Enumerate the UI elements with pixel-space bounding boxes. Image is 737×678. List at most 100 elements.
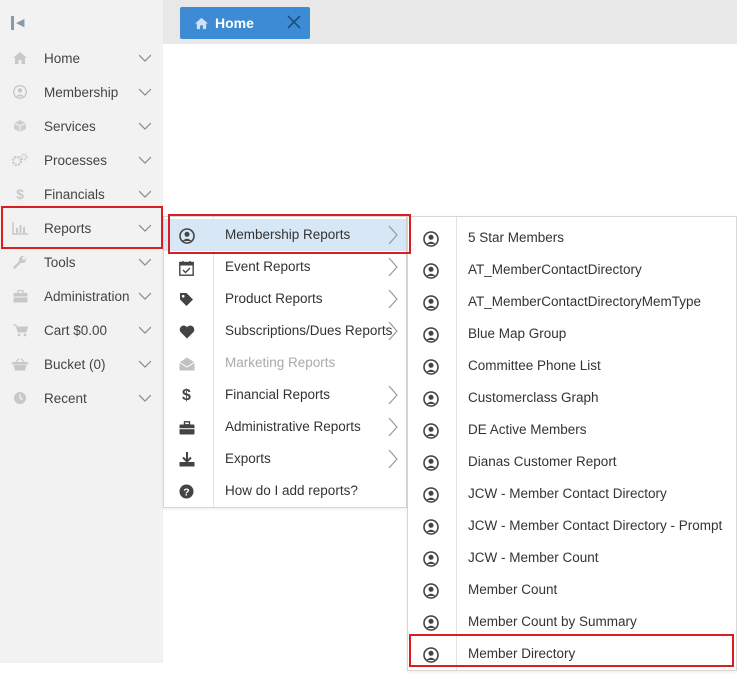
- collapse-sidebar-button[interactable]: ◀: [11, 15, 27, 31]
- report-item-label: Member Count by Summary: [468, 614, 637, 629]
- user-circle-icon: [422, 486, 439, 503]
- user-circle-icon: [422, 518, 439, 535]
- user-circle-icon: [422, 358, 439, 375]
- menu-item-label: Subscriptions/Dues Reports: [225, 323, 393, 338]
- svg-text:?: ?: [183, 486, 189, 498]
- chevron-down-icon: [139, 326, 151, 334]
- report-item[interactable]: Blue Map Group: [408, 318, 736, 350]
- home-icon: [195, 17, 208, 29]
- sidebar-item-administration[interactable]: Administration: [0, 279, 163, 313]
- report-item-label: AT_MemberContactDirectoryMemType: [468, 294, 702, 309]
- chevron-down-icon: [139, 292, 151, 300]
- user-circle-icon: [422, 422, 439, 439]
- briefcase-icon: [178, 419, 195, 436]
- user-circle-icon: [422, 390, 439, 407]
- menu-item-label: How do I add reports?: [225, 483, 358, 498]
- user-circle-icon: [422, 550, 439, 567]
- user-circle-icon: [422, 262, 439, 279]
- report-item-label: JCW - Member Contact Directory: [468, 486, 667, 501]
- report-item-label: Dianas Customer Report: [468, 454, 617, 469]
- chevron-right-icon: [388, 321, 398, 341]
- question-circle-icon: ?: [178, 483, 195, 500]
- report-item[interactable]: Customerclass Graph: [408, 382, 736, 414]
- sidebar-item-label: Bucket (0): [44, 356, 106, 372]
- menu-item-financial-reports[interactable]: $ Financial Reports: [164, 379, 406, 411]
- sidebar: ◀ Home Membership Services Processes $ F…: [0, 0, 163, 663]
- collapse-left-icon: [11, 16, 14, 30]
- highlight-membership-reports: [168, 214, 411, 254]
- sidebar-item-label: Recent: [44, 390, 87, 406]
- highlight-member-directory: [409, 634, 734, 667]
- report-item-label: Blue Map Group: [468, 326, 567, 341]
- report-item[interactable]: AT_MemberContactDirectory: [408, 254, 736, 286]
- report-item[interactable]: Member Count: [408, 574, 736, 606]
- sidebar-item-label: Processes: [44, 152, 108, 168]
- briefcase-icon: [12, 289, 28, 303]
- membership-reports-menu: 5 Star Members AT_MemberContactDirectory A…: [407, 216, 737, 671]
- report-item[interactable]: 5 Star Members: [408, 222, 736, 254]
- chevron-down-icon: [139, 258, 151, 266]
- menu-item-marketing-reports[interactable]: Marketing Reports: [164, 347, 406, 379]
- chevron-right-icon: [388, 257, 398, 277]
- sidebar-item-label: Financials: [44, 186, 105, 202]
- report-item-label: Committee Phone List: [468, 358, 601, 373]
- user-circle-icon: [12, 85, 28, 99]
- cube-icon: [12, 119, 28, 133]
- chevron-down-icon: [139, 122, 151, 130]
- report-item[interactable]: JCW - Member Contact Directory - Prompt: [408, 510, 736, 542]
- report-item-label: Customerclass Graph: [468, 390, 599, 405]
- tab-label: Home: [215, 15, 254, 31]
- menu-item-event-reports[interactable]: Event Reports: [164, 251, 406, 283]
- calendar-check-icon: [178, 259, 195, 276]
- user-circle-icon: [422, 326, 439, 343]
- tag-icon: [178, 291, 195, 308]
- highlight-reports: [1, 206, 163, 249]
- heart-icon: [178, 323, 195, 340]
- close-icon[interactable]: [287, 15, 301, 29]
- sidebar-item-label: Membership: [44, 84, 119, 100]
- menu-item-label: Marketing Reports: [225, 355, 336, 370]
- chevron-down-icon: [139, 190, 151, 198]
- user-circle-icon: [422, 230, 439, 247]
- report-item-label: JCW - Member Contact Directory - Prompt: [468, 518, 723, 533]
- menu-item-subscriptions-dues-reports[interactable]: Subscriptions/Dues Reports: [164, 315, 406, 347]
- download-icon: [178, 451, 195, 468]
- wrench-icon: [12, 255, 28, 269]
- sidebar-item-membership[interactable]: Membership: [0, 75, 163, 109]
- chevron-right-icon: [388, 417, 398, 437]
- sidebar-item-services[interactable]: Services: [0, 109, 163, 143]
- sidebar-item-tools[interactable]: Tools: [0, 245, 163, 279]
- menu-item-how-to-add-reports[interactable]: ? How do I add reports?: [164, 475, 406, 507]
- chevron-down-icon: [139, 156, 151, 164]
- chevron-down-icon: [139, 360, 151, 368]
- chevron-right-icon: [388, 449, 398, 469]
- sidebar-item-label: Tools: [44, 254, 76, 270]
- sidebar-item-cart[interactable]: Cart $0.00: [0, 313, 163, 347]
- sidebar-item-processes[interactable]: Processes: [0, 143, 163, 177]
- report-item[interactable]: AT_MemberContactDirectoryMemType: [408, 286, 736, 318]
- clock-icon: [12, 391, 28, 405]
- sidebar-item-recent[interactable]: Recent: [0, 381, 163, 415]
- home-icon: [12, 52, 28, 64]
- menu-item-exports[interactable]: Exports: [164, 443, 406, 475]
- basket-icon: [12, 357, 28, 371]
- chevron-down-icon: [139, 394, 151, 402]
- report-item[interactable]: DE Active Members: [408, 414, 736, 446]
- tab-home[interactable]: Home: [180, 7, 310, 39]
- sidebar-item-home[interactable]: Home: [0, 41, 163, 75]
- report-item[interactable]: Dianas Customer Report: [408, 446, 736, 478]
- menu-item-label: Exports: [225, 451, 271, 466]
- chevron-right-icon: [388, 289, 398, 309]
- report-item-label: Member Count: [468, 582, 558, 597]
- report-item[interactable]: Committee Phone List: [408, 350, 736, 382]
- report-item[interactable]: JCW - Member Contact Directory: [408, 478, 736, 510]
- menu-item-product-reports[interactable]: Product Reports: [164, 283, 406, 315]
- user-circle-icon: [422, 582, 439, 599]
- menu-item-label: Administrative Reports: [225, 419, 361, 434]
- menu-item-administrative-reports[interactable]: Administrative Reports: [164, 411, 406, 443]
- report-item[interactable]: JCW - Member Count: [408, 542, 736, 574]
- reports-menu: Membership Reports Event Reports Product…: [163, 216, 407, 508]
- chevron-right-icon: [388, 385, 398, 405]
- report-item-label: 5 Star Members: [468, 230, 565, 245]
- sidebar-item-bucket[interactable]: Bucket (0): [0, 347, 163, 381]
